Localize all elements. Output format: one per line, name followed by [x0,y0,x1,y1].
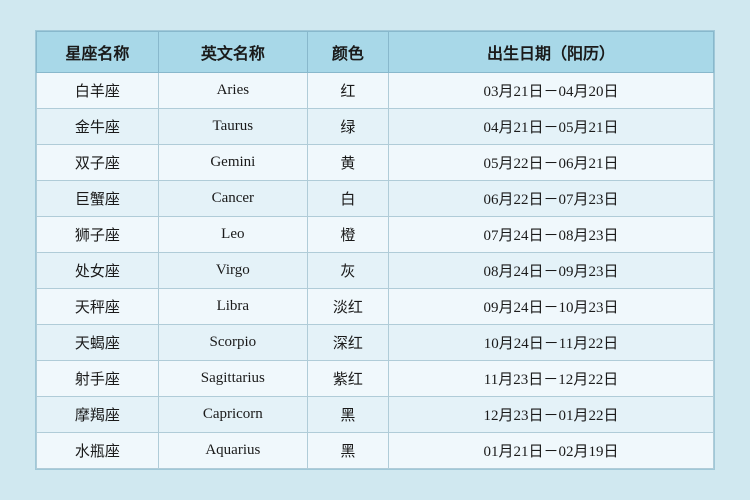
cell-date: 06月22日－07月23日 [389,181,714,217]
cell-date: 05月22日－06月21日 [389,145,714,181]
cell-cn: 摩羯座 [37,397,159,433]
header-en: 英文名称 [158,32,307,73]
cell-color: 黄 [307,145,388,181]
table-row: 天秤座Libra淡红09月24日－10月23日 [37,289,714,325]
cell-color: 绿 [307,109,388,145]
cell-en: Aries [158,73,307,109]
cell-en: Virgo [158,253,307,289]
cell-en: Leo [158,217,307,253]
cell-cn: 金牛座 [37,109,159,145]
cell-date: 12月23日－01月22日 [389,397,714,433]
cell-date: 11月23日－12月22日 [389,361,714,397]
header-color: 颜色 [307,32,388,73]
cell-date: 10月24日－11月22日 [389,325,714,361]
cell-cn: 射手座 [37,361,159,397]
cell-cn: 处女座 [37,253,159,289]
cell-color: 橙 [307,217,388,253]
cell-color: 白 [307,181,388,217]
cell-en: Gemini [158,145,307,181]
cell-date: 07月24日－08月23日 [389,217,714,253]
table-row: 水瓶座Aquarius黑01月21日－02月19日 [37,433,714,469]
table-row: 狮子座Leo橙07月24日－08月23日 [37,217,714,253]
cell-date: 01月21日－02月19日 [389,433,714,469]
cell-en: Scorpio [158,325,307,361]
cell-date: 08月24日－09月23日 [389,253,714,289]
cell-en: Libra [158,289,307,325]
header-date: 出生日期（阳历） [389,32,714,73]
cell-color: 紫红 [307,361,388,397]
cell-cn: 狮子座 [37,217,159,253]
zodiac-table: 星座名称 英文名称 颜色 出生日期（阳历） 白羊座Aries红03月21日－04… [36,31,714,469]
table-row: 金牛座Taurus绿04月21日－05月21日 [37,109,714,145]
cell-cn: 天蝎座 [37,325,159,361]
zodiac-table-container: 星座名称 英文名称 颜色 出生日期（阳历） 白羊座Aries红03月21日－04… [35,30,715,470]
cell-color: 深红 [307,325,388,361]
cell-cn: 水瓶座 [37,433,159,469]
header-cn: 星座名称 [37,32,159,73]
cell-cn: 双子座 [37,145,159,181]
table-row: 摩羯座Capricorn黑12月23日－01月22日 [37,397,714,433]
table-row: 天蝎座Scorpio深红10月24日－11月22日 [37,325,714,361]
cell-date: 09月24日－10月23日 [389,289,714,325]
table-header-row: 星座名称 英文名称 颜色 出生日期（阳历） [37,32,714,73]
table-row: 白羊座Aries红03月21日－04月20日 [37,73,714,109]
table-row: 处女座Virgo灰08月24日－09月23日 [37,253,714,289]
cell-en: Aquarius [158,433,307,469]
cell-en: Sagittarius [158,361,307,397]
cell-date: 03月21日－04月20日 [389,73,714,109]
cell-color: 淡红 [307,289,388,325]
cell-color: 红 [307,73,388,109]
cell-date: 04月21日－05月21日 [389,109,714,145]
cell-en: Cancer [158,181,307,217]
cell-color: 灰 [307,253,388,289]
table-row: 巨蟹座Cancer白06月22日－07月23日 [37,181,714,217]
cell-cn: 白羊座 [37,73,159,109]
cell-en: Taurus [158,109,307,145]
cell-cn: 天秤座 [37,289,159,325]
table-row: 射手座Sagittarius紫红11月23日－12月22日 [37,361,714,397]
cell-cn: 巨蟹座 [37,181,159,217]
table-row: 双子座Gemini黄05月22日－06月21日 [37,145,714,181]
cell-en: Capricorn [158,397,307,433]
cell-color: 黑 [307,433,388,469]
cell-color: 黑 [307,397,388,433]
